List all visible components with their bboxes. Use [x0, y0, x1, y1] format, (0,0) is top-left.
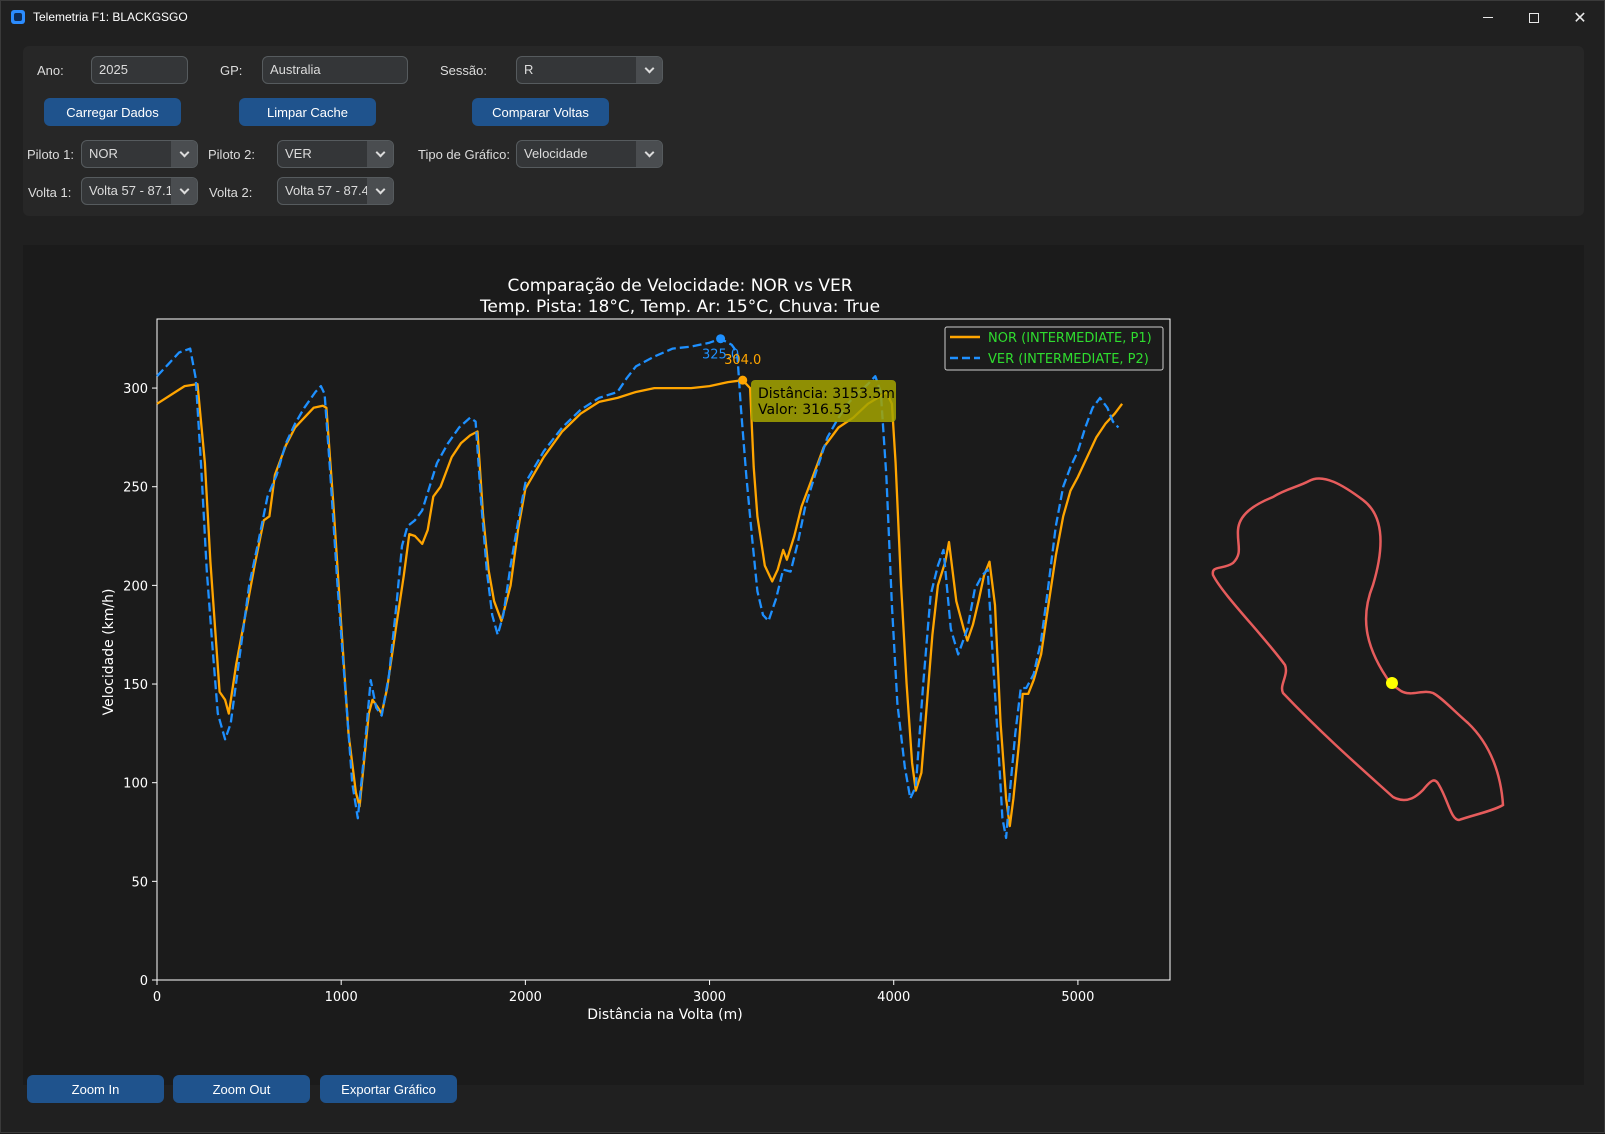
- dropdown-arrow[interactable]: [367, 178, 393, 204]
- piloto1-dropdown[interactable]: NOR: [81, 140, 198, 168]
- tipo-grafico-dropdown[interactable]: Velocidade: [516, 140, 663, 168]
- chevron-down-icon: [179, 184, 189, 194]
- x-tick-label: 3000: [693, 990, 726, 1005]
- tooltip-distancia: Distância: 3153.5m: [758, 386, 895, 402]
- volta2-value: Volta 57 - 87.4(: [285, 183, 369, 198]
- title-bar: Telemetria F1: BLACKGSGO ✕: [1, 1, 1604, 34]
- bottom-toolbar: Zoom In Zoom Out Exportar Gráfico: [1, 1075, 1604, 1134]
- zoom-out-button[interactable]: Zoom Out: [173, 1075, 310, 1103]
- zoom-in-button[interactable]: Zoom In: [27, 1075, 164, 1103]
- dropdown-arrow[interactable]: [367, 141, 393, 167]
- minimize-button[interactable]: [1465, 1, 1511, 34]
- hover-tooltip: Distância: 3153.5m Valor: 316.53: [751, 380, 896, 422]
- volta1-label: Volta 1:: [28, 185, 72, 200]
- x-tick-label: 5000: [1061, 990, 1094, 1005]
- chart-subtitle: Temp. Pista: 18°C, Temp. Ar: 15°C, Chuva…: [479, 297, 880, 317]
- chevron-down-icon: [375, 147, 385, 157]
- sessao-label: Sessão:: [440, 63, 487, 78]
- carregar-dados-button[interactable]: Carregar Dados: [44, 98, 181, 126]
- volta1-dropdown[interactable]: Volta 57 - 87.1:: [81, 177, 198, 205]
- y-tick-label: 50: [131, 875, 148, 890]
- x-tick-label: 4000: [877, 990, 910, 1005]
- speed-chart[interactable]: 0 1000 2000 3000 4000 5000050100150200250300 …: [23, 245, 1584, 1085]
- app-window: Telemetria F1: BLACKGSGO ✕ Ano: 2025 GP:…: [0, 0, 1605, 1133]
- maximize-button[interactable]: [1511, 1, 1557, 34]
- piloto2-dropdown[interactable]: VER: [277, 140, 394, 168]
- y-axis-label: Velocidade (km/h): [101, 589, 117, 716]
- volta2-dropdown[interactable]: Volta 57 - 87.4(: [277, 177, 394, 205]
- ano-label: Ano:: [37, 63, 64, 78]
- piloto2-value: VER: [285, 146, 312, 161]
- chevron-down-icon: [644, 63, 654, 73]
- maximize-icon: [1529, 12, 1539, 23]
- dropdown-arrow[interactable]: [636, 141, 662, 167]
- dropdown-arrow[interactable]: [171, 178, 197, 204]
- volta1-value: Volta 57 - 87.1:: [89, 183, 173, 198]
- dropdown-arrow[interactable]: [171, 141, 197, 167]
- tipo-grafico-value: Velocidade: [524, 146, 588, 161]
- x-tick-label: 0: [153, 990, 161, 1005]
- sessao-dropdown[interactable]: R: [516, 56, 663, 84]
- y-tick-label: 300: [123, 382, 148, 397]
- piloto2-label: Piloto 2:: [208, 147, 255, 162]
- y-tick-label: 150: [123, 678, 148, 693]
- app-icon: [11, 10, 25, 24]
- dropdown-arrow[interactable]: [636, 57, 662, 83]
- legend: NOR (INTERMEDIATE, P1) VER (INTERMEDIATE…: [944, 326, 1164, 371]
- gp-label: GP:: [220, 63, 243, 78]
- legend-label-ver: VER (INTERMEDIATE, P2): [988, 352, 1149, 367]
- chart-title: Comparação de Velocidade: NOR vs VER: [507, 276, 852, 296]
- tooltip-valor: Valor: 316.53: [758, 402, 851, 418]
- chevron-down-icon: [179, 147, 189, 157]
- piloto1-value: NOR: [89, 146, 118, 161]
- close-button[interactable]: ✕: [1557, 1, 1603, 34]
- ano-input[interactable]: 2025: [91, 56, 188, 84]
- max-point-marker: [716, 334, 726, 344]
- track-position-marker: [1386, 677, 1398, 689]
- chevron-down-icon: [644, 147, 654, 157]
- x-tick-label: 1000: [325, 990, 358, 1005]
- controls-panel: Ano: 2025 GP: Australia Sessão: R Carreg…: [23, 46, 1584, 216]
- exportar-grafico-button[interactable]: Exportar Gráfico: [320, 1075, 457, 1103]
- plot-area: [156, 318, 1171, 981]
- y-tick-label: 0: [140, 974, 148, 989]
- chevron-down-icon: [375, 184, 385, 194]
- plot-panel: 0 1000 2000 3000 4000 5000 0 50 100 150 200 250 300 …: [23, 245, 1584, 1085]
- comparar-voltas-button[interactable]: Comparar Voltas: [472, 98, 609, 126]
- sessao-value: R: [524, 62, 534, 77]
- x-axis-label: Distância na Volta (m): [587, 1007, 742, 1023]
- max-point-label: 304.0: [724, 353, 761, 368]
- y-tick-label: 100: [123, 777, 148, 792]
- volta2-label: Volta 2:: [209, 185, 253, 200]
- minimize-icon: [1483, 17, 1493, 18]
- max-point-marker: [738, 375, 748, 385]
- legend-label-nor: NOR (INTERMEDIATE, P1): [988, 331, 1152, 346]
- y-tick-label: 200: [123, 579, 148, 594]
- close-icon: ✕: [1573, 8, 1587, 27]
- window-title: Telemetria F1: BLACKGSGO: [33, 10, 188, 24]
- limpar-cache-button[interactable]: Limpar Cache: [239, 98, 376, 126]
- x-tick-label: 2000: [509, 990, 542, 1005]
- y-tick-label: 250: [123, 481, 148, 496]
- tipo-grafico-label: Tipo de Gráfico:: [418, 147, 511, 162]
- piloto1-label: Piloto 1:: [27, 147, 74, 162]
- gp-input[interactable]: Australia: [262, 56, 408, 84]
